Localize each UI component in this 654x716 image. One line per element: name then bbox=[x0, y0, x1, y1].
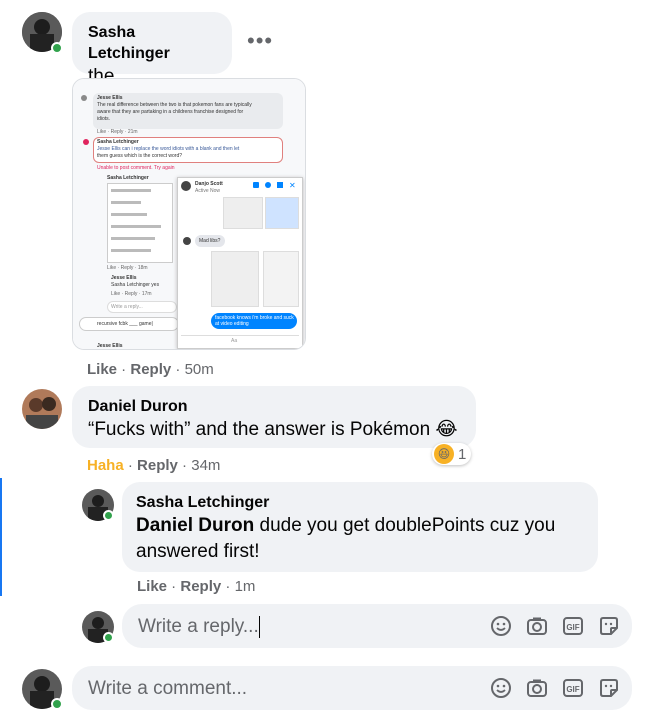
avatar-daniel[interactable] bbox=[22, 389, 62, 429]
comment-time[interactable]: 50m bbox=[185, 361, 214, 378]
comment-input[interactable]: Write a comment... GIF bbox=[72, 666, 632, 710]
comment-time[interactable]: 34m bbox=[191, 457, 220, 474]
composer-icons: GIF bbox=[490, 615, 620, 637]
haha-reaction-icon: 😆 bbox=[434, 444, 454, 464]
comment-attachment-image[interactable]: Jesse Ellis The real difference between … bbox=[72, 78, 306, 350]
sticker-icon[interactable] bbox=[598, 677, 620, 699]
reply-input[interactable]: Write a reply... GIF bbox=[122, 604, 632, 648]
comment-author[interactable]: Sasha Letchinger bbox=[88, 22, 216, 64]
chat-name: Danjo Scott bbox=[195, 181, 223, 187]
thread-indicator bbox=[0, 478, 2, 596]
camera-icon[interactable] bbox=[526, 615, 548, 637]
shot-line: recursive fcbk ___ game| bbox=[97, 321, 153, 327]
reply-text: Daniel Duron dude you get doublePoints c… bbox=[136, 515, 555, 562]
laughing-emoji-icon: 😂 bbox=[435, 419, 458, 440]
reply-bubble: Sasha Letchinger Daniel Duron dude you g… bbox=[122, 482, 598, 572]
sticker-icon[interactable] bbox=[598, 615, 620, 637]
reply-button[interactable]: Reply bbox=[180, 578, 221, 595]
comment-bubble: Daniel Duron “Fucks with” and the answer… bbox=[72, 386, 476, 448]
shot-line: The real difference between the two is t… bbox=[97, 102, 252, 108]
shot-line: Like · Reply · 18m bbox=[107, 265, 148, 271]
chat-message: facebook knows i'm broke and suck at vid… bbox=[215, 315, 294, 327]
comment-placeholder: Write a comment... bbox=[88, 678, 248, 699]
comment-actions: Haha · Reply · 34m bbox=[87, 457, 221, 474]
mention-link[interactable]: Daniel Duron bbox=[136, 515, 254, 536]
shot-line: Like · Reply · 17m bbox=[111, 291, 152, 297]
shot-line: Jesse Ellis bbox=[97, 343, 123, 349]
shot-line: Sasha Letchinger yes bbox=[111, 282, 160, 288]
shot-line: idiots. bbox=[97, 116, 111, 122]
like-button[interactable]: Like bbox=[87, 361, 117, 378]
shot-line: Jesse Ellis bbox=[97, 95, 123, 101]
comment-author[interactable]: Daniel Duron bbox=[88, 396, 460, 417]
composer-icons: GIF bbox=[490, 677, 620, 699]
reaction-summary[interactable]: 😆 1 bbox=[432, 443, 472, 465]
comment-actions: Like · Reply · 50m bbox=[87, 361, 214, 378]
comment-text-body: “Fucks with” and the answer is Pokémon bbox=[88, 419, 431, 440]
shot-line: Unable to post comment. Try again bbox=[97, 165, 175, 171]
emoji-icon[interactable] bbox=[490, 615, 512, 637]
online-status-dot bbox=[103, 632, 114, 643]
online-status-dot bbox=[51, 698, 63, 710]
shot-line: Jesse Ellis bbox=[111, 275, 137, 281]
shot-line: Sasha Letchinger bbox=[107, 175, 149, 181]
shot-line: aware that they are partaking in a child… bbox=[97, 109, 244, 115]
shot-line: Write a reply... bbox=[111, 304, 143, 310]
online-status-dot bbox=[51, 42, 63, 54]
shot-line: Like · Reply · 21m bbox=[97, 129, 138, 135]
camera-icon[interactable] bbox=[526, 677, 548, 699]
more-dots-icon[interactable]: ••• bbox=[247, 28, 273, 54]
gif-icon[interactable]: GIF bbox=[562, 677, 584, 699]
like-button[interactable]: Like bbox=[137, 578, 167, 595]
comment-bubble: Sasha Letchinger the bbox=[72, 12, 232, 87]
text-cursor bbox=[259, 616, 260, 638]
chat-input: Aa bbox=[231, 338, 238, 344]
emoji-icon[interactable] bbox=[490, 677, 512, 699]
shot-line: them guess which is the correct word? bbox=[97, 153, 183, 159]
reply-button[interactable]: Reply bbox=[137, 457, 178, 474]
reply-button[interactable]: Reply bbox=[130, 361, 171, 378]
shot-line: Sasha Letchinger bbox=[97, 139, 139, 145]
reply-actions: Like · Reply · 1m bbox=[137, 578, 256, 595]
svg-text:GIF: GIF bbox=[566, 623, 579, 632]
reply-author[interactable]: Sasha Letchinger bbox=[136, 492, 584, 513]
reply-time[interactable]: 1m bbox=[235, 578, 256, 595]
gif-icon[interactable]: GIF bbox=[562, 615, 584, 637]
chat-message: Mad libs? bbox=[199, 238, 221, 244]
comment-text: “Fucks with” and the answer is Pokémon 😂 bbox=[88, 419, 458, 440]
reaction-count: 1 bbox=[458, 445, 467, 463]
chat-status: Active Now bbox=[195, 188, 221, 194]
shot-line: Jesse Ellis can i replace the word idiot… bbox=[97, 146, 240, 152]
haha-button[interactable]: Haha bbox=[87, 457, 124, 474]
svg-text:GIF: GIF bbox=[566, 685, 579, 694]
reply-placeholder: Write a reply... bbox=[138, 616, 259, 637]
online-status-dot bbox=[103, 510, 114, 521]
